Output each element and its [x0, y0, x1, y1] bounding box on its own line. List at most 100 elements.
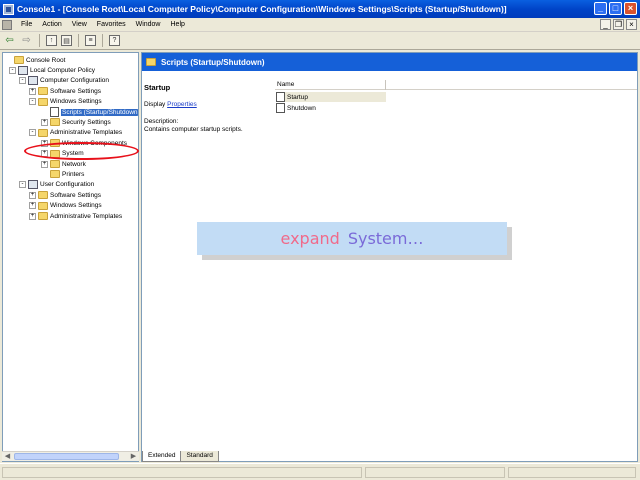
tree-item[interactable]: Printers: [41, 169, 84, 179]
tree-item[interactable]: Scripts (Startup/Shutdown): [41, 107, 139, 117]
show-tree-icon[interactable]: ▤: [61, 35, 72, 46]
minimize-button[interactable]: _: [594, 2, 607, 15]
menu-favorites[interactable]: Favorites: [92, 21, 131, 28]
tree-item[interactable]: + Software Settings: [29, 190, 101, 200]
column-name-header[interactable]: Name: [277, 81, 294, 88]
scrollbar-thumb[interactable]: [14, 453, 119, 460]
toolbar-separator: [39, 34, 40, 47]
tree-item[interactable]: - Windows Settings: [29, 97, 102, 107]
app-icon[interactable]: [3, 3, 14, 15]
display-prefix: Display: [144, 101, 166, 108]
script-icon: [276, 92, 285, 102]
status-segment: [508, 467, 636, 478]
tree-item[interactable]: - Administrative Templates: [29, 128, 122, 138]
computer-icon: [18, 65, 28, 75]
help-icon[interactable]: ?: [109, 35, 120, 46]
tree-item[interactable]: + Windows Settings: [29, 201, 102, 211]
menu-action[interactable]: Action: [37, 21, 66, 28]
status-segment: [2, 467, 362, 478]
collapse-icon[interactable]: -: [19, 181, 26, 189]
list-item-label: Startup: [287, 93, 308, 101]
tree-item[interactable]: + Software Settings: [29, 86, 101, 96]
forward-icon[interactable]: ⇨: [20, 34, 33, 47]
tree-item[interactable]: - Computer Configuration: [19, 76, 109, 86]
tree-item[interactable]: + Windows Components: [41, 138, 127, 148]
status-bar: [0, 463, 640, 480]
properties-link[interactable]: Properties: [167, 101, 197, 108]
expand-icon[interactable]: +: [29, 191, 36, 199]
maximize-button[interactable]: □: [609, 2, 622, 15]
toolbar-separator: [102, 34, 103, 47]
folder-icon: [50, 149, 60, 158]
display-properties-line: Display Properties: [144, 101, 197, 108]
tree-item-label: Scripts (Startup/Shutdown): [61, 108, 139, 116]
expand-icon[interactable]: +: [41, 139, 48, 147]
collapse-icon[interactable]: -: [29, 98, 36, 106]
folder-icon: [146, 58, 156, 66]
tree-item-label: Computer Configuration: [40, 77, 110, 85]
tree-item-label: Windows Components: [62, 139, 128, 147]
toolbar-separator: [78, 34, 79, 47]
list-item-label: Shutdown: [287, 104, 316, 112]
menu-window[interactable]: Window: [131, 21, 166, 28]
column-divider[interactable]: [385, 80, 386, 90]
tree-item-label: Console Root: [26, 56, 66, 64]
caption-word-expand: expand: [280, 229, 340, 248]
tab-extended[interactable]: Extended: [142, 451, 182, 462]
title-bar[interactable]: Console1 - [Console Root\Local Computer …: [0, 0, 640, 18]
tree-item[interactable]: Console Root: [5, 55, 65, 65]
computer-icon: [28, 180, 38, 190]
child-close-button[interactable]: ×: [626, 19, 637, 30]
doc-icon: [50, 107, 59, 117]
tree-item-label: Software Settings: [50, 87, 101, 95]
script-icon: [276, 103, 285, 113]
scroll-right-icon[interactable]: ▶: [129, 452, 138, 461]
folder-icon: [50, 170, 60, 179]
tree-item-label: Software Settings: [50, 191, 101, 199]
folder-icon: [14, 56, 24, 64]
expand-icon[interactable]: +: [29, 212, 36, 220]
child-minimize-button[interactable]: _: [600, 19, 611, 30]
tree-item-label: Network: [62, 160, 86, 168]
tree-pane[interactable]: Console Root - Local Computer Policy - Compu…: [2, 52, 139, 462]
tree-item[interactable]: + System: [41, 149, 84, 159]
expand-icon[interactable]: +: [29, 87, 36, 95]
tree-item[interactable]: - User Configuration: [19, 180, 94, 190]
list-header: Name: [275, 80, 637, 90]
console-menu-icon[interactable]: [2, 19, 12, 30]
list-item-startup[interactable]: Startup: [276, 92, 386, 102]
tree-horizontal-scrollbar[interactable]: ◀ ▶: [2, 451, 139, 461]
back-icon[interactable]: ⇦: [3, 34, 16, 47]
description-label: Description:: [144, 118, 179, 125]
expand-icon[interactable]: +: [41, 118, 48, 126]
tree-item[interactable]: + Security Settings: [41, 117, 111, 127]
expand-icon[interactable]: +: [29, 202, 36, 210]
tree-item-label: User Configuration: [40, 181, 95, 189]
tree-item[interactable]: - Local Computer Policy: [9, 65, 95, 75]
tab-standard[interactable]: Standard: [180, 451, 219, 462]
menu-help[interactable]: Help: [166, 21, 190, 28]
expand-icon[interactable]: +: [41, 150, 48, 158]
folder-icon: [38, 212, 48, 220]
expand-icon[interactable]: +: [41, 160, 48, 168]
close-button[interactable]: ×: [624, 2, 637, 15]
tree-item-label: Administrative Templates: [50, 212, 123, 220]
details-pane: Scripts (Startup/Shutdown) Startup Displ…: [141, 52, 638, 462]
tree-item[interactable]: + Administrative Templates: [29, 211, 122, 221]
collapse-icon[interactable]: -: [19, 77, 26, 85]
up-folder-icon[interactable]: ↑: [46, 35, 57, 46]
scroll-left-icon[interactable]: ◀: [3, 452, 12, 461]
view-tabs: Extended Standard: [142, 451, 219, 462]
menu-file[interactable]: File: [16, 21, 37, 28]
child-restore-button[interactable]: ❐: [613, 19, 624, 30]
list-item-shutdown[interactable]: Shutdown: [276, 103, 316, 113]
tree-item-label: Windows Settings: [50, 202, 102, 210]
menu-view[interactable]: View: [67, 21, 92, 28]
folder-icon: [50, 160, 60, 168]
tree-item[interactable]: + Network: [41, 159, 86, 169]
instruction-caption: expand System…: [197, 222, 507, 255]
tree-item-label: Administrative Templates: [50, 129, 123, 137]
collapse-icon[interactable]: -: [29, 129, 36, 137]
export-icon[interactable]: ≡: [85, 35, 96, 46]
collapse-icon[interactable]: -: [9, 66, 16, 74]
